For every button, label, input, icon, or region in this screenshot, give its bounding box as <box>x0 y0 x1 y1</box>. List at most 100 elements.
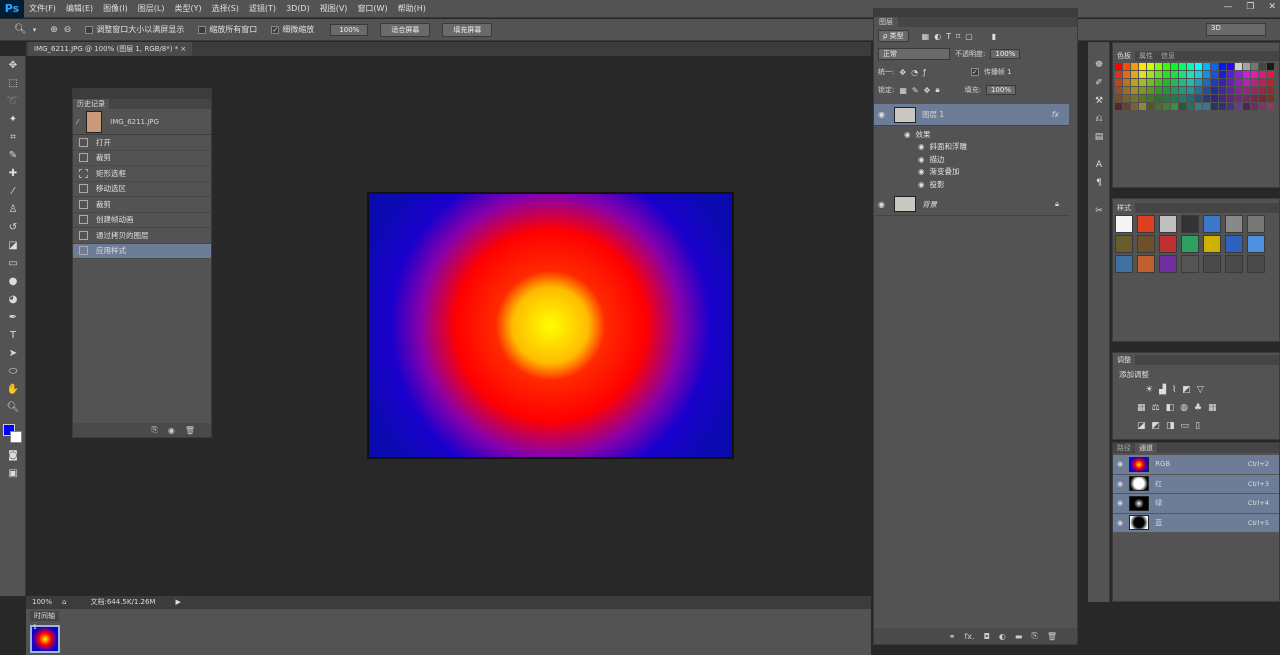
style-preset[interactable] <box>1137 235 1155 253</box>
color-swatch[interactable] <box>1163 71 1170 78</box>
color-swatch[interactable] <box>1235 71 1242 78</box>
color-swatch[interactable] <box>1259 63 1266 70</box>
gradient-tool-icon[interactable]: ▭ <box>0 254 26 272</box>
fx-icon[interactable]: fx. <box>964 632 974 641</box>
color-swatch[interactable] <box>1187 71 1194 78</box>
eye-icon[interactable]: ◉ <box>1117 519 1123 527</box>
color-swatch[interactable] <box>1139 95 1146 102</box>
hand-tool-icon[interactable]: ✋ <box>0 380 26 398</box>
eye-icon[interactable]: ◉ <box>1117 460 1123 468</box>
checkmark-icon[interactable]: ✓ <box>271 25 280 34</box>
color-swatch[interactable] <box>1123 71 1130 78</box>
lock-position-icon[interactable]: ✥ <box>924 86 931 95</box>
color-swatch[interactable] <box>1219 63 1226 70</box>
color-swatch[interactable] <box>1251 103 1258 110</box>
background-color-swatch[interactable] <box>10 431 22 443</box>
fill-screen-button[interactable]: 填充屏幕 <box>442 22 493 37</box>
magic-wand-icon[interactable]: ✦ <box>0 110 26 128</box>
new-document-from-state-icon[interactable]: ⎘ <box>151 425 157 435</box>
channel-row[interactable]: ◉ 蓝 Ctrl+5 <box>1113 513 1279 533</box>
history-snapshot[interactable]: ⁄ IMG_6211.JPG <box>73 109 211 135</box>
tab-channels[interactable]: 通道 <box>1135 443 1157 453</box>
color-swatch[interactable] <box>1131 95 1138 102</box>
style-preset[interactable] <box>1115 255 1133 273</box>
color-swatch[interactable] <box>1251 95 1258 102</box>
history-brush-icon[interactable]: ↺ <box>0 218 26 236</box>
exposure-icon[interactable]: ◩ <box>1182 385 1191 395</box>
color-swatch[interactable] <box>1139 79 1146 86</box>
color-swatch[interactable] <box>1195 103 1202 110</box>
color-swatch[interactable] <box>1251 79 1258 86</box>
color-swatch[interactable] <box>1235 79 1242 86</box>
color-swatch[interactable] <box>1147 103 1154 110</box>
eye-icon[interactable]: ◉ <box>878 200 888 209</box>
menu-edit[interactable]: 编辑(E) <box>61 0 98 18</box>
effect-item[interactable]: ◉ 斜面和浮雕 <box>874 141 1069 154</box>
color-swatch[interactable] <box>1123 103 1130 110</box>
menu-file[interactable]: 文件(F) <box>24 0 61 18</box>
lasso-tool-icon[interactable]: ➰ <box>0 92 26 110</box>
color-swatch[interactable] <box>1155 63 1162 70</box>
effects-row[interactable]: ◉ 效果 <box>874 128 1069 141</box>
color-swatch[interactable] <box>1187 95 1194 102</box>
style-preset[interactable] <box>1203 255 1221 273</box>
color-swatch[interactable] <box>1131 71 1138 78</box>
vibrance-icon[interactable]: ▽ <box>1197 385 1204 395</box>
effect-item[interactable]: ◉ 渐变叠加 <box>874 166 1069 179</box>
history-step[interactable]: 创建帧动画 <box>73 213 211 228</box>
eye-icon[interactable]: ◉ <box>878 110 888 119</box>
layer-filter-kind[interactable]: ρ 类型 <box>878 30 909 42</box>
tab-properties[interactable]: 属性 <box>1135 51 1157 61</box>
color-swatch[interactable] <box>1179 71 1186 78</box>
color-swatch[interactable] <box>1115 95 1122 102</box>
brush-source-icon[interactable]: ⁄ <box>77 118 78 126</box>
color-swatch[interactable] <box>1179 95 1186 102</box>
dodge-tool-icon[interactable]: ◕ <box>0 290 26 308</box>
tool-presets-icon[interactable]: ⚒ <box>1088 92 1110 110</box>
color-swatch[interactable] <box>1243 63 1250 70</box>
clone-source-icon[interactable]: ⎌ <box>1088 110 1110 128</box>
style-preset[interactable] <box>1203 235 1221 253</box>
levels-icon[interactable]: ▟ <box>1159 385 1166 395</box>
color-swatch[interactable] <box>1267 63 1274 70</box>
camera-icon[interactable]: ◉ <box>168 426 175 435</box>
brush-presets-icon[interactable]: ✐ <box>1088 74 1110 92</box>
3d-icon[interactable]: ☸ <box>1088 56 1110 74</box>
color-swatch[interactable] <box>1131 103 1138 110</box>
pen-tool-icon[interactable]: ✒ <box>0 308 26 326</box>
color-swatch[interactable] <box>1235 103 1242 110</box>
menu-filter[interactable]: 滤镜(T) <box>244 0 281 18</box>
history-step[interactable]: 打开 <box>73 135 211 151</box>
color-swatch[interactable] <box>1147 71 1154 78</box>
tab-adjustments[interactable]: 调整 <box>1113 355 1135 365</box>
maximize-icon[interactable]: ❐ <box>1246 2 1254 12</box>
color-swatch[interactable] <box>1235 63 1242 70</box>
type-filter-icon[interactable]: T <box>946 32 951 41</box>
checkbox-icon[interactable] <box>198 25 207 34</box>
color-swatch[interactable] <box>1147 63 1154 70</box>
color-swatch[interactable] <box>1251 63 1258 70</box>
color-swatch[interactable] <box>1243 79 1250 86</box>
color-swatch[interactable] <box>1163 103 1170 110</box>
brightness-icon[interactable]: ☀ <box>1145 385 1153 395</box>
color-swatch[interactable] <box>1131 79 1138 86</box>
zoom-value-field[interactable]: 100% <box>330 23 369 36</box>
style-preset[interactable] <box>1137 215 1155 233</box>
color-swatch[interactable] <box>1171 79 1178 86</box>
chevron-down-icon[interactable]: ▾ <box>33 26 37 34</box>
color-swatch[interactable] <box>1203 87 1210 94</box>
color-swatch[interactable] <box>1123 95 1130 102</box>
fill-field[interactable]: 100% <box>985 85 1016 95</box>
color-swatch[interactable] <box>1179 103 1186 110</box>
color-swatch[interactable] <box>1115 79 1122 86</box>
layer-name[interactable]: 背景 <box>922 199 937 210</box>
history-step[interactable]: 通过拷贝的图层 <box>73 228 211 244</box>
share-icon[interactable]: ⌂ <box>62 598 66 606</box>
play-icon[interactable]: ▶ <box>175 598 180 606</box>
healing-brush-icon[interactable]: ✚ <box>0 164 26 182</box>
color-swatch[interactable] <box>1171 95 1178 102</box>
color-swatch[interactable] <box>1195 87 1202 94</box>
color-swatch[interactable] <box>1171 87 1178 94</box>
trash-icon[interactable]: 🗑︎ <box>185 426 195 435</box>
menu-view[interactable]: 视图(V) <box>315 0 353 18</box>
